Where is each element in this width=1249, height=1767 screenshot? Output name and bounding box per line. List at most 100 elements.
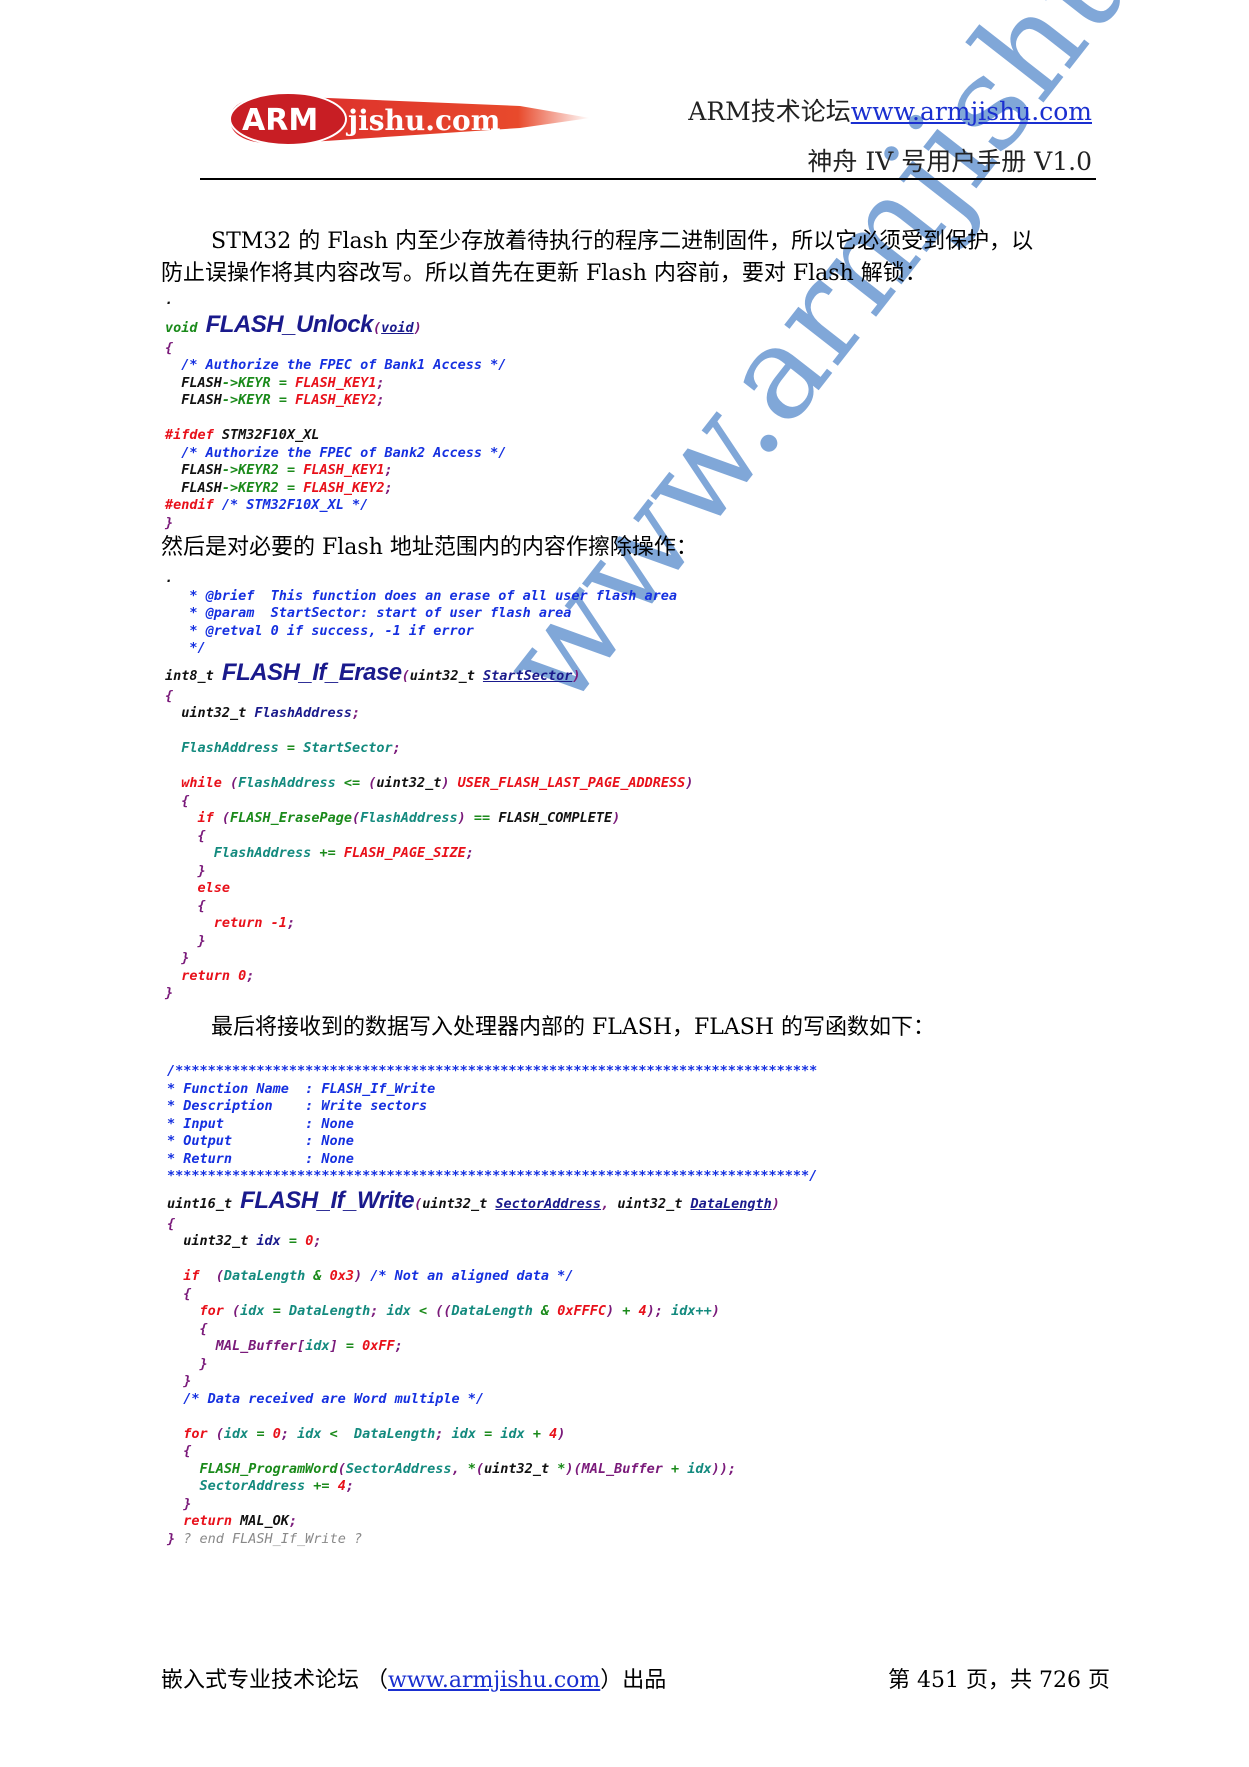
code-token: + [662,1460,688,1477]
code-line: } [167,1496,817,1514]
code-token: * @retval 0 if success, -1 if error [165,622,474,639]
code-token: /* Authorize the FPEC of Bank1 Access */ [165,357,507,373]
code-token: } [165,932,206,949]
code-line: . [165,570,693,588]
code-token: DataLength [451,1303,533,1319]
code-token: if [165,810,222,826]
code-line: * Output : None [167,1133,817,1151]
code-line: { [165,793,693,811]
code-token: KEYR [238,392,271,408]
function-name: FLASH_If_Write [240,1186,415,1214]
code-token: < [321,1425,355,1442]
code-token: return [167,1513,241,1529]
code-token: ****************************************… [167,1168,818,1184]
code-token: DataLength [288,1303,371,1319]
code-token: , [451,1460,468,1477]
code-token: -> [221,374,239,391]
code-token: uint32_t [167,1233,257,1249]
code-line: FLASH_ProgramWord(SectorAddress, *(uint3… [167,1461,817,1479]
code-token: 4 [337,1478,346,1494]
code-line: for (idx = 0; idx < DataLength; idx = id… [167,1426,817,1444]
code-token: ); [646,1303,672,1319]
code-line: } [165,515,506,533]
code-token: * @brief This function does an erase of … [165,587,678,604]
code-token: /* Authorize the FPEC of Bank2 Access */ [165,444,507,461]
code-token: ; [351,705,361,721]
code-token: * Return : None [167,1150,354,1167]
code-token: MAL_Buffer [581,1460,663,1477]
code-line: } [165,985,693,1003]
code-token: DataLength [354,1425,436,1442]
code-token: FlashAddress [165,740,279,756]
code-token: . [165,292,174,308]
code-token: -> [221,479,239,496]
svg-text:jishu.com: jishu.com [345,104,500,137]
code-token: <= [335,775,369,791]
forum-label: ARM技术论坛 [688,97,851,126]
code-line: * Description : Write sectors [167,1098,817,1116]
forum-link[interactable]: www.armjishu.com [851,97,1092,126]
code-token: * Description : Write sectors [167,1098,428,1114]
code-token: ; [376,392,385,408]
code-line: return 0; [165,968,693,986]
code-token: /* STM32F10X_XL */ [221,497,369,513]
code-token: FLASH_KEY1 [295,374,377,391]
paragraph-3: 最后将接收到的数据写入处理器内部的 FLASH，FLASH 的写函数如下： [211,1015,936,1040]
code-token: = [280,1233,306,1249]
code-token: = [278,479,304,496]
manual-title: 神舟 IV 号用户手册 V1.0 [807,147,1092,176]
code-token: MAL_Buffer [167,1338,298,1354]
code-token: } [165,950,190,966]
code-token: ; [376,374,385,391]
code-token: FLASH_ErasePage [230,810,352,826]
code-token: FLASH_PAGE_SIZE [343,845,466,861]
code-token: ( [414,1195,423,1212]
code-token: ; [246,967,255,984]
code-token: 4 [638,1303,647,1319]
code-block-flash-if-write: /***************************************… [167,1063,817,1548]
code-token: uint16_t [167,1195,241,1212]
code-token: uint32_t [422,1195,496,1212]
code-token: idx [305,1338,330,1354]
code-token: MAL_OK [240,1513,289,1529]
code-token: FLASH [165,479,222,496]
code-token: { [165,792,190,809]
code-token: ; [384,462,393,478]
code-token: ) [557,1425,566,1442]
code-token: { [167,1285,192,1302]
code-token: ; [435,1425,452,1442]
code-token: ; [394,1338,403,1354]
footer-link[interactable]: www.armjishu.com [388,1668,600,1693]
code-token: ( [373,319,382,336]
code-line: { [167,1443,817,1461]
code-token: 0xFFFC [557,1303,606,1319]
code-token: += [311,845,344,861]
code-token: uint32_t [617,1195,691,1212]
code-token: ) [353,1268,371,1284]
code-token: } [165,514,174,531]
code-line: { [167,1286,817,1304]
code-token: * Function Name : FLASH_If_Write [167,1080,436,1097]
code-token: ) [771,1195,780,1212]
code-token: ? end FLASH_If_Write ? [183,1530,363,1547]
code-token: FlashAddress [360,810,458,826]
code-token: SectorAddress [495,1195,602,1212]
code-token: ) [441,775,458,791]
code-token: FLASH [165,374,222,391]
code-token: uint32_t [376,775,442,791]
code-token: int8_t [165,667,222,684]
code-line: { [167,1321,817,1339]
header-divider [200,178,1096,180]
code-token: 0x3 [329,1268,354,1284]
code-token: KEYR2 [238,479,279,496]
code-token: ( [215,1425,224,1442]
code-token: ( [337,1460,346,1477]
code-token: idx [256,1233,281,1249]
code-token: ; [392,740,401,756]
code-token: return [165,915,271,931]
svg-text:ARM: ARM [242,103,318,138]
code-token: uint32_t [484,1460,558,1477]
code-token: else [165,880,231,896]
